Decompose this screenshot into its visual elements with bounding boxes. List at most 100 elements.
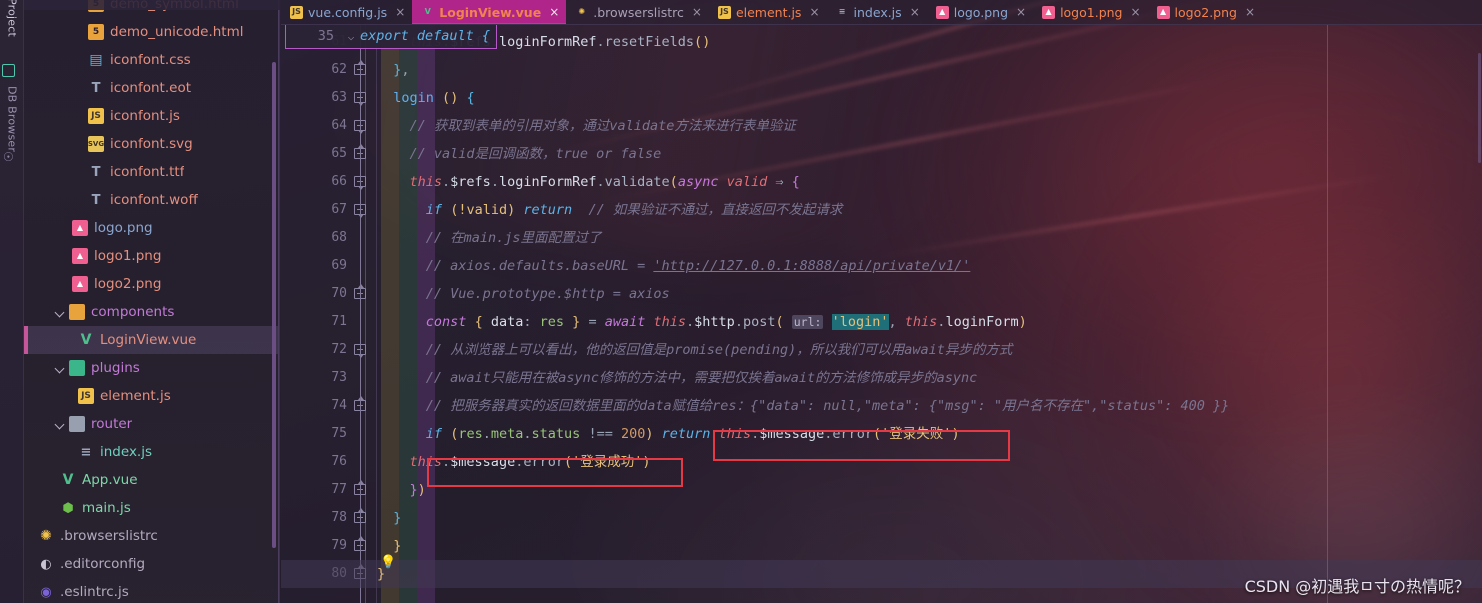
editor-tab-loginview-vue[interactable]: V LoginView.vue × (412, 0, 567, 24)
line-number[interactable]: 71 (281, 308, 347, 336)
tool-tab-db-browser[interactable]: DB Browser (0, 84, 24, 152)
line-number[interactable]: 70 (281, 280, 347, 308)
tree-item-loginview-vue[interactable]: V LoginView.vue (24, 326, 279, 354)
line-number[interactable]: 63 (281, 84, 347, 112)
code-line-72[interactable]: // 从浏览器上可以看出，他的返回值是promise(pending)，所以我们… (377, 336, 1482, 364)
line-number[interactable]: 79 (281, 532, 347, 560)
code-line-75[interactable]: if (res.meta.status !== 200) return this… (377, 420, 1482, 448)
watermark: CSDN @初遇我ㅁ寸の热情呢？ (1244, 577, 1470, 596)
tree-item-label: iconfont.eot (110, 80, 191, 96)
editor-tab-logo-png[interactable]: ▲ logo.png × (927, 0, 1033, 24)
tree-item-iconfont-ttf[interactable]: Ticonfont.ttf (24, 158, 279, 186)
close-icon[interactable]: × (395, 5, 405, 19)
tree-item-logo-png[interactable]: ▲ logo.png (24, 214, 279, 242)
snail-icon: ☉ (3, 150, 14, 164)
line-number[interactable]: 64 (281, 112, 347, 140)
tree-item-iconfont-svg[interactable]: SVG iconfont.svg (24, 130, 279, 158)
tree-item-router[interactable]: router (24, 410, 279, 438)
editor-tab-vue-config-js[interactable]: JS vue.config.js × (281, 0, 412, 24)
code-line-65[interactable]: // valid是回调函数，true or false (377, 140, 1482, 168)
editor-tab-label: vue.config.js (308, 4, 388, 20)
chevron-down-icon[interactable] (54, 306, 67, 319)
image-icon: ▲ (1156, 5, 1170, 19)
code-line-69[interactable]: // axios.defaults.baseURL = 'http://127.… (377, 252, 1482, 280)
close-icon[interactable]: × (809, 5, 819, 19)
line-number[interactable]: 73 (281, 364, 347, 392)
code-line-68[interactable]: // 在main.js里面配置过了 (377, 224, 1482, 252)
tree-item-app-vue[interactable]: V App.vue (24, 466, 279, 494)
code-line-74[interactable]: // 把服务器真实的返回数据里面的data赋值给res：{"data": nul… (377, 392, 1482, 420)
tree-item-demo-unicode-html[interactable]: 5 demo_unicode.html (24, 18, 279, 46)
chevron-down-icon[interactable] (54, 362, 67, 375)
line-number[interactable]: 75 (281, 420, 347, 448)
code-line-76[interactable]: this.$message.error('登录成功') (377, 448, 1482, 476)
tree-item-editorconfig[interactable]: ◐ .editorconfig (24, 550, 279, 578)
tree-item-label: App.vue (82, 472, 138, 488)
tree-item-browserslistrc[interactable]: ✺ .browserslistrc (24, 522, 279, 550)
code-line-79[interactable]: } (377, 532, 1482, 560)
tree-item-main-js[interactable]: ⬢ main.js (24, 494, 279, 522)
sidebar-scrollbar[interactable] (272, 62, 276, 548)
tree-item-iconfont-js[interactable]: JS iconfont.js (24, 102, 279, 130)
editor-tab-element-js[interactable]: JS element.js × (709, 0, 827, 24)
tree-item-index-js[interactable]: ≡ index.js (24, 438, 279, 466)
tree-item-plugins[interactable]: plugins (24, 354, 279, 382)
tool-tab-project[interactable]: Project (0, 0, 24, 37)
code-line-63[interactable]: login () { (377, 84, 1482, 112)
tree-item-logo1-png[interactable]: ▲ logo1.png (24, 242, 279, 270)
close-icon[interactable]: × (1245, 5, 1255, 19)
tree-item-label: iconfont.ttf (110, 164, 185, 180)
tree-item-eslintrc-js[interactable]: ◉ .eslintrc.js (24, 578, 279, 603)
line-number[interactable]: 69 (281, 252, 347, 280)
javascript-icon: JS (717, 5, 731, 19)
tree-item-iconfont-eot[interactable]: Ticonfont.eot (24, 74, 279, 102)
close-icon[interactable]: × (692, 5, 702, 19)
line-number[interactable]: 72 (281, 336, 347, 364)
code-line-66[interactable]: this.$refs.loginFormRef.validate(async v… (377, 168, 1482, 196)
vue-icon: V (424, 7, 431, 16)
chevron-down-icon[interactable] (54, 418, 67, 431)
code-line-78[interactable]: } (377, 504, 1482, 532)
tree-item-label: index.js (100, 444, 153, 460)
close-icon[interactable]: × (1130, 5, 1140, 19)
tool-window-strip: Project DB Browser ☉ (0, 0, 24, 603)
code-line-61[interactable]: this.$refs.loginFormRef.resetFields() (377, 28, 1482, 56)
tree-item-label: components (91, 304, 175, 320)
code-line-71[interactable]: const { data: res } = await this.$http.p… (377, 308, 1482, 336)
tree-item-label: .editorconfig (60, 556, 146, 572)
tree-item-logo2-png[interactable]: ▲ logo2.png (24, 270, 279, 298)
line-number[interactable]: 68 (281, 224, 347, 252)
editor-scrollbar[interactable] (1478, 53, 1481, 163)
line-number[interactable]: 62 (281, 56, 347, 84)
editor-tab-index-js[interactable]: ≡ index.js × (827, 0, 927, 24)
close-icon[interactable]: × (549, 5, 559, 19)
tree-item-element-js[interactable]: JS element.js (24, 382, 279, 410)
tree-item-components[interactable]: components (24, 298, 279, 326)
editor-tab-logo1-png[interactable]: ▲ logo1.png × (1033, 0, 1147, 24)
code-lines: // this.$refs.loginFormRef表单的引用对象。resetF… (377, 25, 1482, 603)
close-icon[interactable]: × (1016, 5, 1026, 19)
line-number[interactable]: 78 (281, 504, 347, 532)
code-line-73[interactable]: // await只能用在被async修饰的方法中，需要把仅挨着await的方法修… (377, 364, 1482, 392)
code-line-62[interactable]: }, (377, 56, 1482, 84)
tree-item-iconfont-css[interactable]: ▤ iconfont.css (24, 46, 279, 74)
line-number[interactable]: 77 (281, 476, 347, 504)
fold-rail-stem (360, 25, 361, 603)
code-line-77[interactable]: }) (377, 476, 1482, 504)
code-line-64[interactable]: // 获取到表单的引用对象，通过validate方法来进行表单验证 (377, 112, 1482, 140)
line-number[interactable]: 66 (281, 168, 347, 196)
lightbulb-icon[interactable]: 💡 (380, 556, 396, 570)
project-tree-panel[interactable]: 5demo_symbol.html5demo_unicode.html▤icon… (24, 0, 280, 603)
close-icon[interactable]: × (910, 5, 920, 19)
code-editor[interactable]: 6061626364656667686970717273747576777879… (281, 25, 1482, 603)
line-number[interactable]: 67 (281, 196, 347, 224)
code-line-70[interactable]: // Vue.prototype.$http = axios (377, 280, 1482, 308)
line-number[interactable]: 74 (281, 392, 347, 420)
tree-item-iconfont-woff[interactable]: Ticonfont.woff (24, 186, 279, 214)
code-line-67[interactable]: if (!valid) return // 如果验证不通过，直接返回不发起请求 (377, 196, 1482, 224)
line-number[interactable]: 76 (281, 448, 347, 476)
line-number[interactable]: 65 (281, 140, 347, 168)
editor-tab-logo2-png[interactable]: ▲ logo2.png × (1148, 0, 1262, 24)
editor-tab-browserslistrc[interactable]: ✺ .browserslistrc × (566, 0, 709, 24)
fold-marker-icon[interactable]: ⌵ (342, 30, 360, 43)
